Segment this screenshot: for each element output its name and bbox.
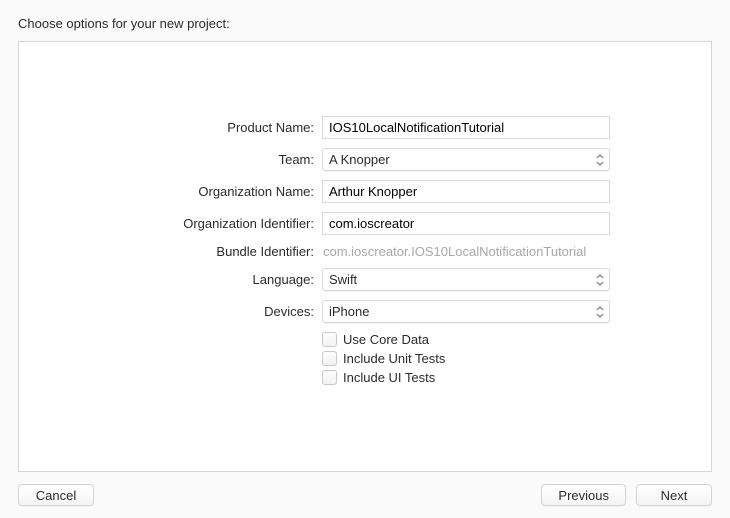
row-devices: Devices: iPhone (19, 300, 711, 323)
chevron-up-down-icon (596, 305, 604, 319)
label-devices: Devices: (19, 304, 322, 319)
checkbox-icon (322, 332, 337, 347)
new-project-options-sheet: Choose options for your new project: Pro… (0, 0, 730, 518)
checkbox-include-ui-tests[interactable]: Include UI Tests (322, 370, 610, 385)
devices-select[interactable]: iPhone (322, 300, 610, 323)
previous-button[interactable]: Previous (541, 484, 626, 506)
checkbox-icon (322, 370, 337, 385)
language-select[interactable]: Swift (322, 268, 610, 291)
row-language: Language: Swift (19, 268, 711, 291)
sheet-title: Choose options for your new project: (18, 16, 712, 31)
row-product-name: Product Name: (19, 116, 711, 139)
checkbox-include-unit-tests[interactable]: Include Unit Tests (322, 351, 610, 366)
cancel-button[interactable]: Cancel (18, 484, 94, 506)
checkbox-label-use-core-data: Use Core Data (343, 332, 429, 347)
row-bundle-identifier: Bundle Identifier: com.ioscreator.IOS10L… (19, 244, 711, 259)
project-options-form: Product Name: Team: A Knopper Or (19, 116, 711, 389)
organization-identifier-field[interactable] (322, 212, 610, 235)
checkbox-use-core-data[interactable]: Use Core Data (322, 332, 610, 347)
row-organization-name: Organization Name: (19, 180, 711, 203)
team-select[interactable]: A Knopper (322, 148, 610, 171)
label-organization-name: Organization Name: (19, 184, 322, 199)
bundle-identifier-value: com.ioscreator.IOS10LocalNotificationTut… (322, 244, 610, 259)
devices-select-value: iPhone (329, 304, 369, 319)
checkbox-label-include-ui-tests: Include UI Tests (343, 370, 435, 385)
label-product-name: Product Name: (19, 120, 322, 135)
row-team: Team: A Knopper (19, 148, 711, 171)
form-container: Product Name: Team: A Knopper Or (18, 41, 712, 472)
product-name-field[interactable] (322, 116, 610, 139)
label-bundle-identifier: Bundle Identifier: (19, 244, 322, 259)
label-team: Team: (19, 152, 322, 167)
checkbox-label-include-unit-tests: Include Unit Tests (343, 351, 445, 366)
row-checkboxes: Use Core Data Include Unit Tests Include… (19, 332, 711, 389)
label-language: Language: (19, 272, 322, 287)
footer-bar: Cancel Previous Next (18, 472, 712, 506)
checkbox-icon (322, 351, 337, 366)
chevron-up-down-icon (596, 153, 604, 167)
next-button[interactable]: Next (636, 484, 712, 506)
row-organization-identifier: Organization Identifier: (19, 212, 711, 235)
label-organization-identifier: Organization Identifier: (19, 216, 322, 231)
organization-name-field[interactable] (322, 180, 610, 203)
team-select-value: A Knopper (329, 152, 390, 167)
chevron-up-down-icon (596, 273, 604, 287)
language-select-value: Swift (329, 272, 357, 287)
